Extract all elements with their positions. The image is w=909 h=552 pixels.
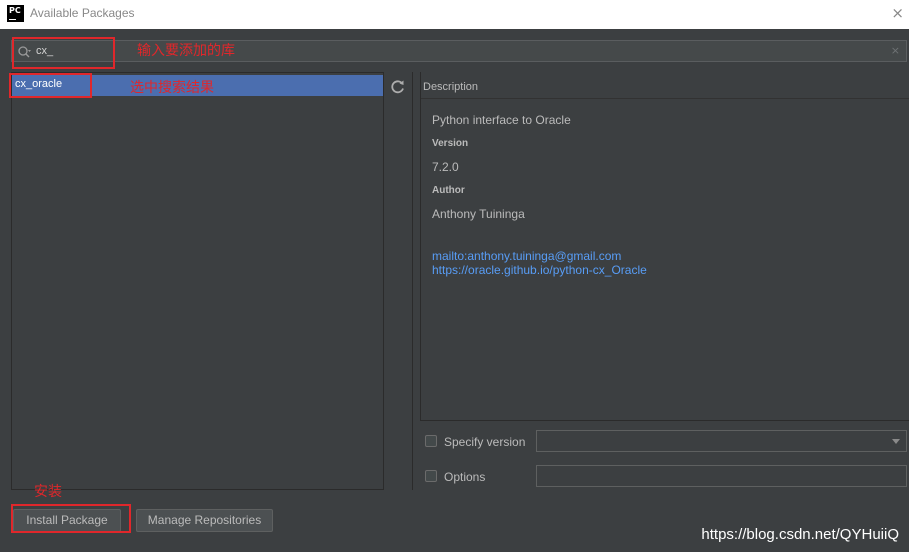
- annotation-box-search: [12, 37, 115, 69]
- package-summary: Python interface to Oracle: [432, 113, 571, 127]
- manage-repositories-button[interactable]: Manage Repositories: [136, 509, 273, 532]
- specify-version-checkbox[interactable]: [425, 435, 437, 447]
- author-label: Author: [432, 185, 465, 196]
- version-label: Version: [432, 138, 469, 149]
- pycharm-logo-icon: PC: [7, 5, 24, 22]
- version-value: 7.2.0: [432, 160, 459, 174]
- homepage-link[interactable]: https://oracle.github.io/python-cx_Oracl…: [432, 263, 647, 277]
- specify-version-label: Specify version: [444, 435, 526, 449]
- options-label: Options: [444, 470, 486, 484]
- options-checkbox[interactable]: [425, 470, 437, 482]
- description-panel: Description Python interface to Oracle V…: [420, 72, 909, 420]
- annotation-box-result: [9, 73, 92, 98]
- author-email-link[interactable]: mailto:anthony.tuininga@gmail.com: [432, 249, 621, 263]
- version-select[interactable]: [536, 430, 907, 452]
- chevron-down-icon: [892, 439, 900, 444]
- annotation-search-hint: 输入要添加的库: [137, 43, 235, 59]
- title-bar: PC Available Packages ×: [0, 0, 909, 29]
- annotation-box-install: [11, 504, 131, 533]
- description-header: Description: [423, 81, 479, 93]
- list-divider: [412, 72, 413, 490]
- description-divider: [421, 98, 909, 99]
- options-input[interactable]: [536, 465, 907, 487]
- window-title: Available Packages: [30, 6, 135, 20]
- refresh-icon[interactable]: [388, 77, 408, 97]
- author-value: Anthony Tuininga: [432, 207, 525, 221]
- close-icon[interactable]: ×: [891, 4, 904, 22]
- clear-search-icon[interactable]: ×: [891, 44, 900, 57]
- options-divider: [420, 420, 909, 421]
- watermark: https://blog.csdn.net/QYHuiiQ: [701, 526, 899, 543]
- package-list[interactable]: cx_oracle: [11, 72, 384, 490]
- app-icon-text: PC: [9, 6, 21, 15]
- annotation-install-hint: 安装: [34, 484, 62, 500]
- annotation-select-hint: 选中搜索结果: [130, 80, 214, 96]
